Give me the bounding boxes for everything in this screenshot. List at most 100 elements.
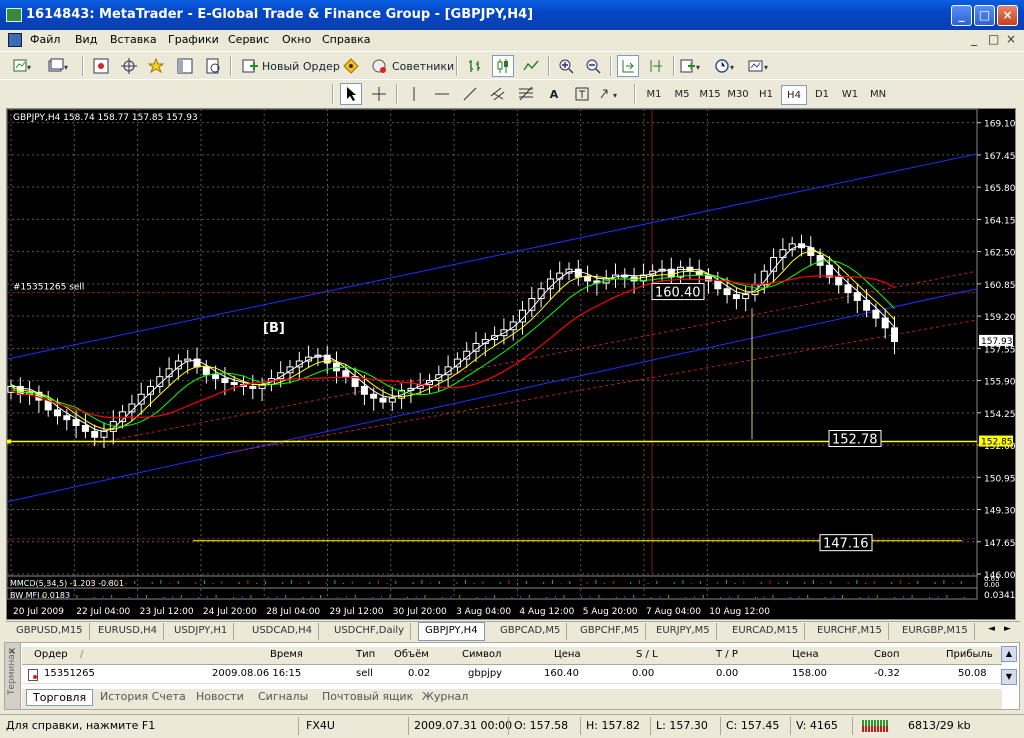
- tab-gbpusd-m15[interactable]: GBPUSD,M15: [10, 623, 90, 640]
- new-chart-icon[interactable]: ▾: [12, 55, 34, 77]
- col-tp[interactable]: T / P: [716, 649, 738, 660]
- tab-gbpjpy-h4[interactable]: GBPJPY,H4: [418, 622, 485, 641]
- title-bar: 1614843: MetaTrader - E-Global Trade & F…: [0, 0, 1024, 30]
- order-current-price: 158.00: [792, 668, 827, 679]
- crosshair-icon[interactable]: [368, 83, 390, 105]
- tab-account-history[interactable]: История Счета: [100, 690, 186, 703]
- mdi-close-button[interactable]: ×: [1006, 32, 1016, 46]
- svg-text:▾: ▾: [64, 63, 68, 72]
- mdi-restore-button[interactable]: □: [988, 32, 999, 46]
- timeframe-w1[interactable]: W1: [837, 85, 863, 105]
- col-order[interactable]: Ордер: [34, 649, 68, 660]
- new-order-button[interactable]: Новый Ордер: [238, 55, 343, 77]
- trendline-icon[interactable]: [459, 83, 481, 105]
- menu-tools[interactable]: Сервис: [228, 33, 269, 46]
- tab-journal[interactable]: Журнал: [422, 690, 468, 703]
- templates-icon[interactable]: ▾: [748, 55, 770, 77]
- col-current-price[interactable]: Цена: [792, 649, 819, 660]
- terminal-window-icon[interactable]: [174, 55, 196, 77]
- fibonacci-icon[interactable]: [515, 83, 537, 105]
- col-sort[interactable]: /: [80, 649, 83, 660]
- col-sl[interactable]: S / L: [636, 649, 658, 660]
- bar-chart-icon[interactable]: [464, 55, 486, 77]
- col-time[interactable]: Время: [270, 649, 303, 660]
- tab-signals[interactable]: Сигналы: [258, 690, 308, 703]
- menu-window[interactable]: Окно: [282, 33, 311, 46]
- indicators-icon[interactable]: ▾: [680, 55, 702, 77]
- vertical-line-icon[interactable]: [403, 83, 425, 105]
- tab-news[interactable]: Новости: [196, 690, 244, 703]
- horizontal-line-icon[interactable]: [431, 83, 453, 105]
- chart-shift-icon[interactable]: [645, 55, 667, 77]
- crosshair-nav-icon[interactable]: [118, 55, 140, 77]
- timeframe-m15[interactable]: M15: [697, 85, 723, 105]
- timeframe-m1[interactable]: M1: [641, 85, 667, 105]
- tab-gbpcad-m5[interactable]: GBPCAD,M5: [494, 623, 568, 640]
- menu-file[interactable]: Файл: [30, 33, 60, 46]
- col-symbol[interactable]: Символ: [462, 649, 501, 660]
- profiles-icon[interactable]: ▾: [48, 55, 70, 77]
- chart-window-icon[interactable]: [8, 33, 22, 47]
- candle-body: [574, 268, 582, 278]
- zoom-in-icon[interactable]: [555, 55, 577, 77]
- periods-icon[interactable]: ▾: [714, 55, 736, 77]
- line-chart-icon[interactable]: [520, 55, 542, 77]
- cursor-icon[interactable]: [340, 83, 362, 105]
- timeframe-mn[interactable]: MN: [865, 85, 891, 105]
- zoom-out-icon[interactable]: [582, 55, 604, 77]
- col-swap[interactable]: Своп: [874, 649, 900, 660]
- col-profit[interactable]: Прибыль: [946, 649, 993, 660]
- close-button[interactable]: ×: [997, 5, 1018, 26]
- candle-body: [584, 276, 592, 282]
- sell-order-icon: [28, 669, 38, 681]
- terminal-scroll-up-icon[interactable]: ▲: [1001, 646, 1017, 662]
- menu-charts[interactable]: Графики: [168, 33, 219, 46]
- favorites-icon[interactable]: [146, 55, 168, 77]
- tabs-scroll-left-icon[interactable]: ◄: [988, 624, 995, 634]
- tab-eurjpy-m5[interactable]: EURJPY,M5: [650, 623, 717, 640]
- indicator1-value-bottom: 0.00: [984, 581, 1000, 589]
- col-volume[interactable]: Объём: [394, 649, 429, 660]
- tab-eurchf-m15[interactable]: EURCHF,M15: [811, 623, 889, 640]
- menu-insert[interactable]: Вставка: [110, 33, 157, 46]
- timeframe-h1[interactable]: H1: [753, 85, 779, 105]
- col-price[interactable]: Цена: [554, 649, 581, 660]
- text-label-icon[interactable]: [571, 83, 593, 105]
- tab-trade[interactable]: Торговля: [26, 689, 94, 706]
- terminal-scroll-down-icon[interactable]: ▼: [1001, 669, 1017, 685]
- timeframe-m5[interactable]: M5: [669, 85, 695, 105]
- candle-body: [779, 249, 787, 258]
- text-tool[interactable]: A: [543, 83, 565, 105]
- tab-gbpchf-m5[interactable]: GBPCHF,M5: [574, 623, 647, 640]
- timeframe-m30[interactable]: M30: [725, 85, 751, 105]
- candlestick-chart-icon[interactable]: [492, 55, 514, 77]
- tester-icon[interactable]: [202, 55, 224, 77]
- candle-body: [72, 419, 80, 427]
- experts-button[interactable]: Советники: [368, 55, 457, 77]
- arrows-icon[interactable]: ▾: [599, 83, 623, 105]
- menu-view[interactable]: Вид: [75, 33, 97, 46]
- tab-usdcad-h4[interactable]: USDCAD,H4: [246, 623, 319, 640]
- tabs-scroll-right-icon[interactable]: ►: [1004, 624, 1011, 634]
- tab-eurusd-h4[interactable]: EURUSD,H4: [92, 623, 165, 640]
- tab-eurcad-m15[interactable]: EURCAD,M15: [726, 623, 806, 640]
- timeframe-h4[interactable]: H4: [781, 85, 807, 105]
- timeframe-d1[interactable]: D1: [809, 85, 835, 105]
- maximize-button[interactable]: □: [974, 5, 995, 26]
- mdi-minimize-button[interactable]: _: [971, 32, 977, 46]
- autoscroll-icon[interactable]: [617, 55, 639, 77]
- col-type[interactable]: Тип: [356, 649, 375, 660]
- tab-eurgbp-m15[interactable]: EURGBP,M15: [896, 623, 975, 640]
- minimize-button[interactable]: _: [951, 5, 972, 26]
- tab-mailbox[interactable]: Почтовый ящик: [322, 690, 413, 703]
- tab-usdjpy-h1[interactable]: USDJPY,H1: [168, 623, 235, 640]
- tab-usdchf-daily[interactable]: USDCHF,Daily: [328, 623, 412, 640]
- menu-help[interactable]: Справка: [322, 33, 370, 46]
- candle-body: [872, 309, 880, 319]
- metaeditor-icon[interactable]: [340, 55, 362, 77]
- price-chart[interactable]: 169.10 167.45 165.80 164.15 162.50 160.85 159.…: [7, 109, 1015, 619]
- chart-window[interactable]: 169.10 167.45 165.80 164.15 162.50 160.85 159.…: [6, 108, 1016, 620]
- equidistant-channel-icon[interactable]: [487, 83, 509, 105]
- market-watch-icon[interactable]: [90, 55, 112, 77]
- table-row[interactable]: 15351265 2009.08.06 16:15 sell 0.02 gbpj…: [22, 666, 1002, 684]
